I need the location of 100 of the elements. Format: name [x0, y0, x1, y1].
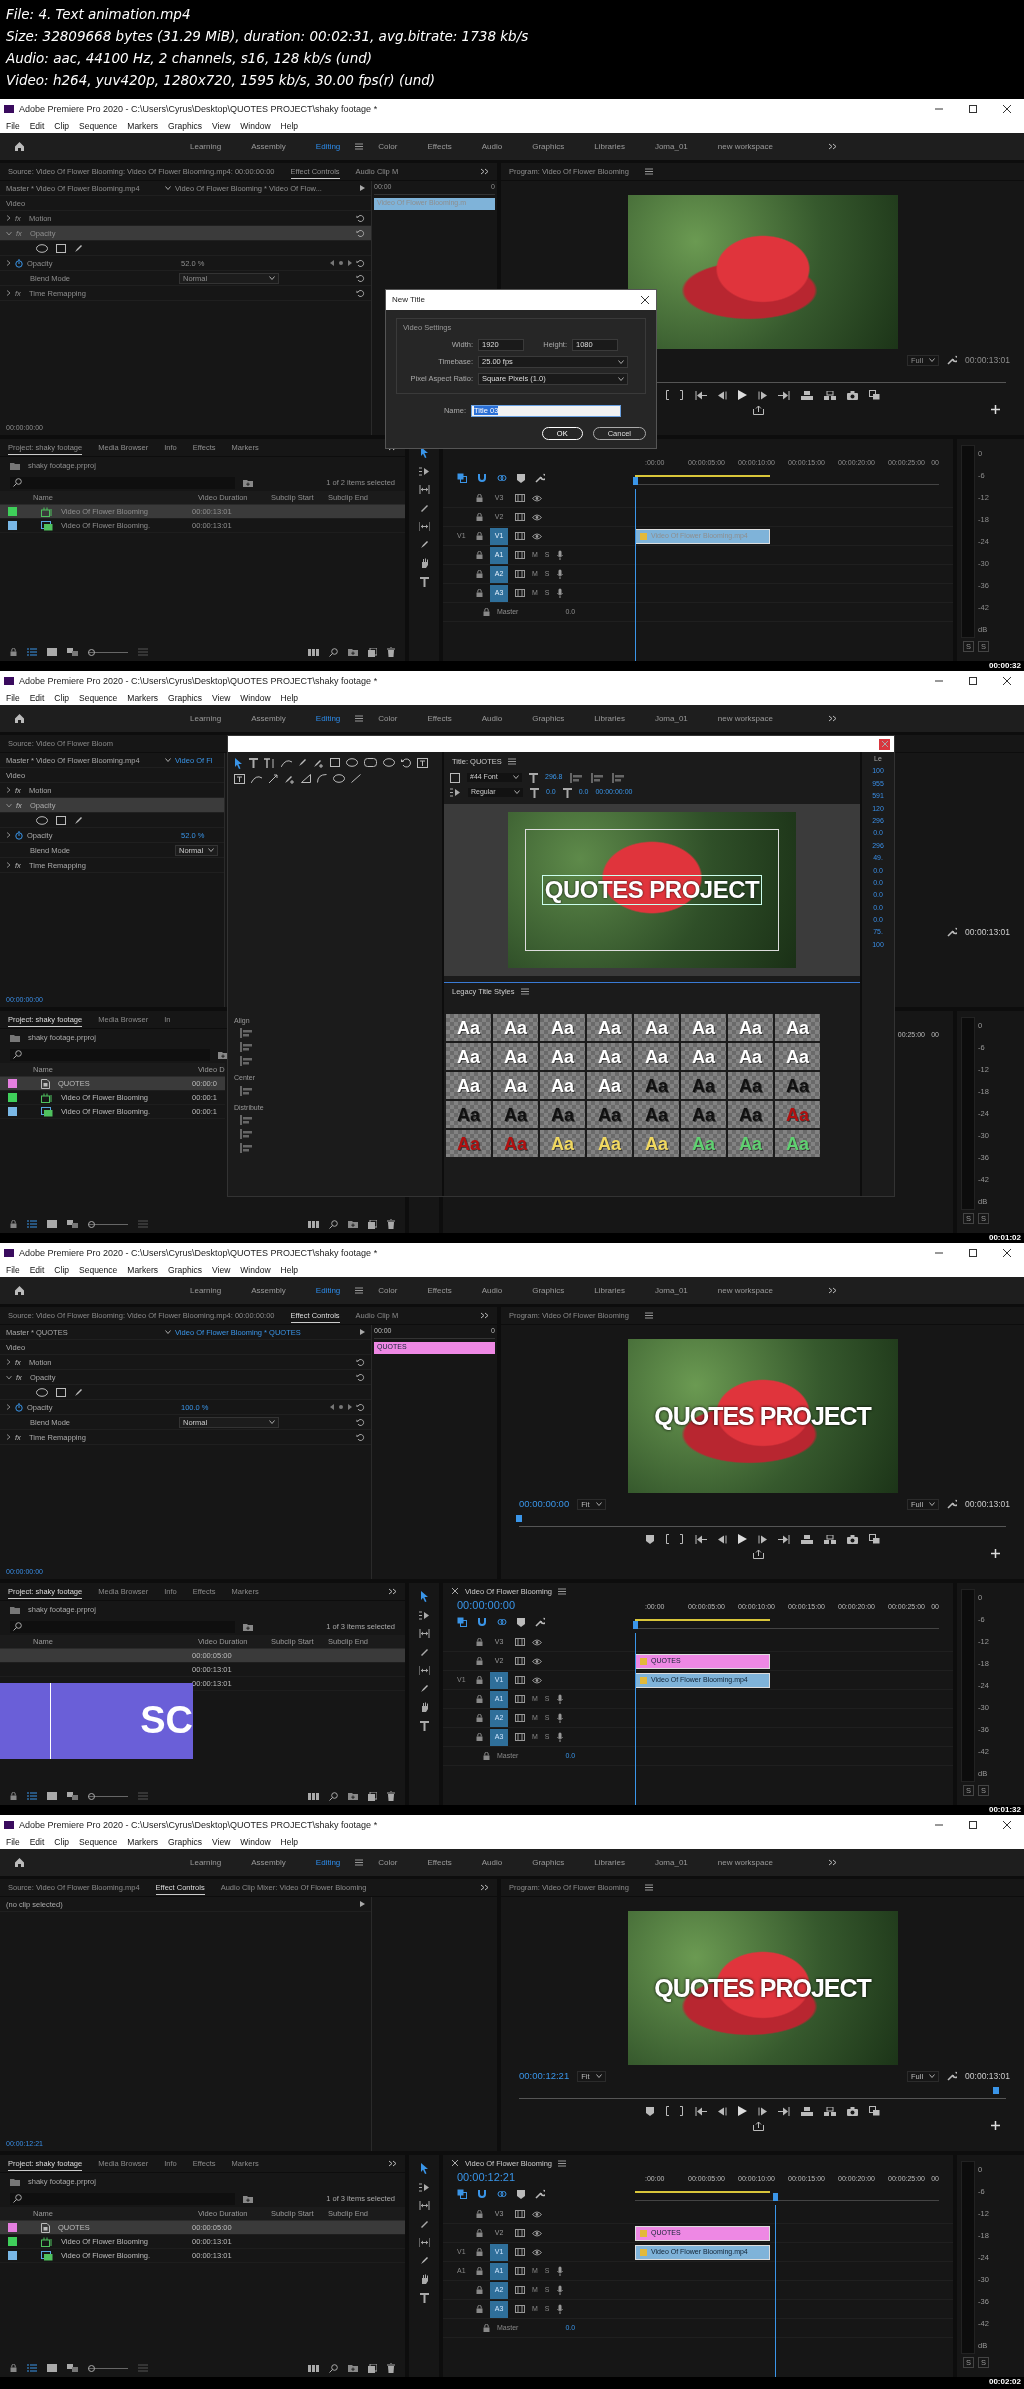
snap-icon[interactable] — [477, 2189, 487, 2199]
disclosure-icon[interactable] — [6, 290, 11, 296]
playhead-marker[interactable] — [633, 477, 638, 485]
close-icon[interactable] — [451, 2159, 459, 2167]
workspace-tab[interactable]: Editing — [300, 141, 356, 152]
step-back-icon[interactable] — [717, 1534, 727, 1544]
new-item-icon[interactable] — [368, 1791, 377, 1801]
align-button-icon[interactable] — [240, 1042, 254, 1053]
add-button-icon[interactable] — [991, 2121, 1000, 2130]
align-button-icon[interactable] — [240, 1085, 254, 1096]
menu-item[interactable]: Clip — [54, 120, 69, 132]
compare-icon[interactable] — [868, 2106, 880, 2116]
workspace-tab[interactable]: Color — [363, 1285, 413, 1296]
ellipse-mask-icon[interactable] — [36, 815, 48, 825]
playhead-marker[interactable] — [772, 2193, 778, 2201]
camera-icon[interactable] — [846, 2106, 858, 2116]
workspace-tab[interactable]: Graphics — [517, 713, 580, 724]
arc-tool-icon[interactable] — [317, 774, 327, 783]
align-button-icon[interactable] — [240, 1143, 254, 1154]
menu-icon[interactable] — [644, 168, 653, 175]
lift-icon[interactable] — [800, 390, 813, 400]
text-align-icon[interactable] — [569, 772, 584, 783]
hand-icon[interactable] — [419, 558, 429, 568]
lock-icon[interactable] — [476, 1638, 483, 1646]
add-marker-icon[interactable] — [517, 2189, 525, 2199]
camera-icon[interactable] — [846, 390, 858, 400]
disclosure-icon[interactable] — [6, 230, 12, 236]
workspace-tab[interactable]: Color — [363, 141, 413, 152]
style-swatch[interactable]: Aa — [493, 1043, 538, 1070]
more-workspaces-icon[interactable] — [827, 143, 837, 150]
lock-icon[interactable] — [476, 570, 483, 578]
sync-lock-icon[interactable] — [515, 2305, 525, 2313]
expand-arrow-icon[interactable] — [360, 1901, 365, 1907]
new-item-icon[interactable] — [368, 647, 377, 657]
linked-selection-icon[interactable] — [497, 473, 507, 483]
workspace-tab[interactable]: Audio — [466, 1285, 518, 1296]
menu-icon[interactable] — [355, 1287, 364, 1294]
settings-icon[interactable] — [535, 473, 545, 483]
menu-item[interactable]: Clip — [54, 1264, 69, 1276]
area-type-icon[interactable] — [234, 774, 245, 784]
menu-item[interactable]: Help — [280, 1836, 299, 1848]
nest-icon[interactable] — [457, 1617, 467, 1627]
playhead-marker[interactable] — [633, 1621, 638, 1629]
eye-icon[interactable] — [532, 2210, 542, 2218]
play-icon[interactable] — [737, 2106, 747, 2116]
sync-lock-icon[interactable] — [515, 589, 525, 597]
lift-icon[interactable] — [800, 1534, 813, 1544]
tab-stops-icon[interactable] — [450, 788, 461, 797]
menu-item[interactable]: File — [6, 120, 20, 132]
menu-item[interactable]: Window — [240, 1264, 271, 1276]
workspace-tab[interactable]: Color — [363, 1857, 413, 1868]
workspace-tab[interactable]: Joma_01 — [639, 141, 703, 152]
dropdown-caret-icon[interactable] — [165, 758, 171, 762]
menu-icon[interactable] — [644, 1884, 653, 1891]
more-panels-icon[interactable] — [388, 1588, 397, 1595]
menu-icon[interactable] — [355, 143, 364, 150]
style-swatch[interactable]: Aa — [587, 1101, 632, 1128]
more-workspaces-icon[interactable] — [827, 715, 837, 722]
extract-icon[interactable] — [823, 390, 836, 400]
disclosure-icon[interactable] — [6, 1404, 11, 1410]
lock-icon[interactable] — [10, 1220, 17, 1228]
mark-in-icon[interactable] — [664, 1534, 669, 1544]
style-swatch[interactable]: Aa — [540, 1101, 585, 1128]
text-align-icon[interactable] — [590, 772, 605, 783]
add-anchor-icon[interactable] — [313, 758, 324, 768]
new-bin-icon[interactable] — [348, 648, 358, 656]
more-workspaces-icon[interactable] — [827, 1287, 837, 1294]
align-button-icon[interactable] — [240, 1115, 254, 1126]
settings-icon[interactable] — [947, 1499, 958, 1509]
compare-icon[interactable] — [868, 1534, 880, 1544]
go-to-in-icon[interactable] — [694, 390, 707, 400]
style-swatch[interactable]: Aa — [587, 1043, 632, 1070]
go-to-in-icon[interactable] — [694, 1534, 707, 1544]
style-swatch[interactable]: Aa — [634, 1101, 679, 1128]
type-tool-icon[interactable] — [419, 2293, 429, 2303]
eye-icon[interactable] — [532, 2248, 542, 2256]
menu-item[interactable]: Help — [280, 120, 299, 132]
ripple-edit-icon[interactable] — [418, 485, 430, 494]
sync-lock-icon[interactable] — [515, 1657, 525, 1665]
trash-icon[interactable] — [387, 1791, 395, 1801]
lock-icon[interactable] — [476, 2248, 483, 2256]
selection-tool-icon[interactable] — [419, 1591, 429, 1602]
ripple-edit-icon[interactable] — [418, 1629, 430, 1638]
rectangle-mask-icon[interactable] — [56, 243, 66, 253]
pen-tool-icon[interactable] — [419, 2256, 429, 2265]
freeform-view-icon[interactable] — [67, 2364, 78, 2372]
microphone-icon[interactable] — [556, 588, 563, 598]
style-swatch[interactable]: Aa — [634, 1072, 679, 1099]
style-swatch[interactable]: Aa — [493, 1072, 538, 1099]
style-swatch[interactable]: Aa — [493, 1101, 538, 1128]
close-button[interactable] — [879, 738, 890, 750]
style-swatch[interactable]: Aa — [446, 1014, 491, 1041]
menu-item[interactable]: Edit — [29, 1264, 45, 1276]
search-icon[interactable] — [329, 647, 338, 657]
menu-item[interactable]: View — [212, 1264, 231, 1276]
maximize-icon[interactable] — [968, 1248, 978, 1258]
step-forward-icon[interactable] — [757, 1534, 767, 1544]
menu-item[interactable]: View — [212, 692, 231, 704]
pen-tool-icon[interactable] — [298, 758, 307, 767]
microphone-icon[interactable] — [556, 1694, 563, 1704]
